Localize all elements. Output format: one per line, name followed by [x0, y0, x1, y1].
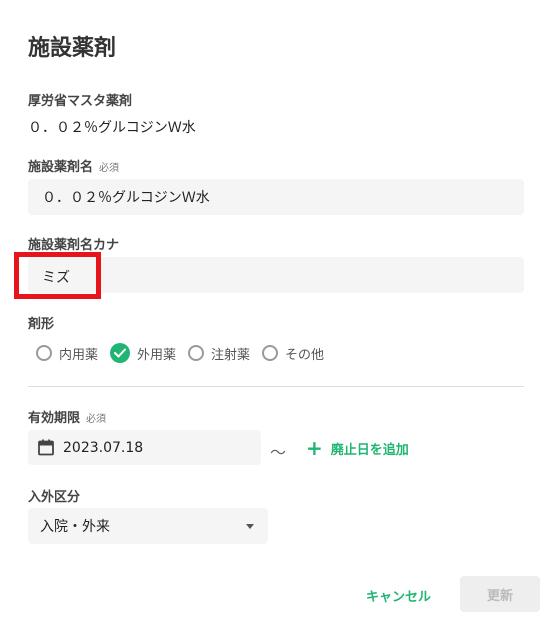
radio-label: 注射薬 [211, 347, 251, 363]
update-button-label: 更新 [486, 588, 513, 604]
inpatient-outpatient-select[interactable]: 入院・外来 [28, 508, 268, 544]
radio-internal-medicine[interactable]: 内用薬 [36, 344, 98, 363]
plus-icon: + [306, 436, 323, 460]
facility-drug-name-label: 施設薬剤名 必須 [28, 156, 119, 175]
required-badge: 必須 [86, 414, 107, 425]
facility-drug-kana-input[interactable] [28, 257, 524, 293]
radio-external-medicine[interactable]: 外用薬 [110, 343, 176, 363]
radio-label: 内用薬 [59, 347, 99, 363]
radio-unchecked-icon [36, 345, 52, 361]
calendar-icon [38, 439, 54, 456]
dropdown-arrow-icon [246, 524, 254, 529]
radio-injection[interactable]: 注射薬 [188, 344, 250, 363]
radio-other[interactable]: その他 [262, 344, 324, 363]
radio-label: その他 [285, 347, 325, 363]
radio-checked-icon [110, 343, 131, 363]
dosage-form-label: 剤形 [28, 317, 55, 332]
update-button[interactable]: 更新 [460, 576, 540, 612]
validity-period-label: 有効期限 必須 [28, 407, 106, 426]
date-range-separator: 〜 [270, 443, 287, 462]
radio-unchecked-icon [262, 345, 279, 361]
inpatient-outpatient-value: 入院・外来 [40, 519, 110, 535]
required-badge: 必須 [99, 163, 120, 174]
section-divider [28, 386, 524, 387]
cancel-button[interactable]: キャンセル [366, 586, 431, 605]
start-date-input[interactable]: 2023.07.18 [28, 430, 261, 465]
master-drug-value: ０．０２％グルコジンＷ水 [28, 120, 196, 136]
radio-unchecked-icon [188, 345, 205, 361]
dialog-title: 施設薬剤 [28, 36, 117, 61]
master-drug-label: 厚労省マスタ薬剤 [28, 94, 133, 109]
facility-drug-name-input[interactable]: ０．０２％グルコジンＷ水 [28, 179, 524, 215]
add-end-date-button[interactable]: + 廃止日を追加 [306, 438, 409, 458]
facility-drug-name-label-text: 施設薬剤名 [28, 160, 94, 175]
start-date-value: 2023.07.18 [63, 439, 144, 456]
validity-period-label-text: 有効期限 [28, 411, 81, 426]
add-end-date-label: 廃止日を追加 [330, 442, 409, 458]
facility-drug-kana-label: 施設薬剤名カナ [28, 238, 120, 253]
radio-label: 外用薬 [137, 347, 177, 363]
facility-drug-name-value: ０．０２％グルコジンＷ水 [42, 190, 210, 206]
facility-drug-kana-value: ミズ [42, 270, 70, 286]
dosage-form-radio-group: 内用薬 外用薬 注射薬 その他 [36, 343, 336, 363]
inpatient-outpatient-label: 入外区分 [28, 490, 81, 505]
